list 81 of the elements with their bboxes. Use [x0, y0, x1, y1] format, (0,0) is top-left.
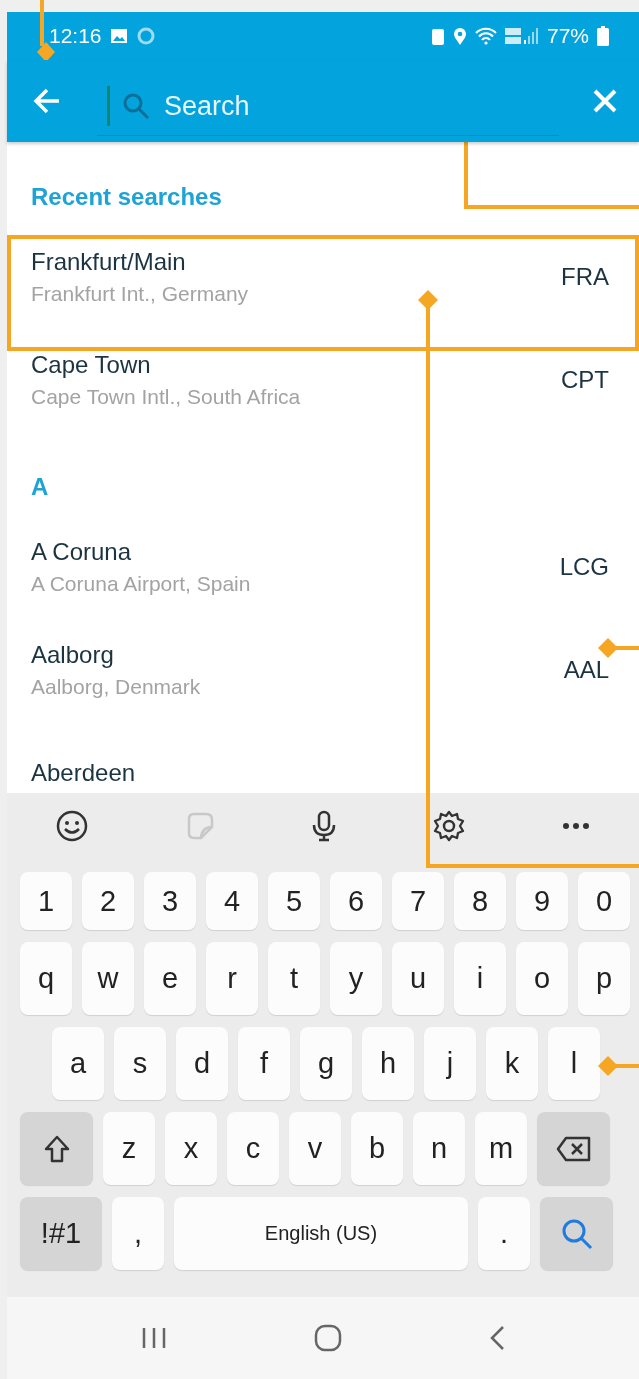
- keyboard-key[interactable]: 6: [330, 872, 382, 931]
- emoji-icon[interactable]: [55, 809, 88, 842]
- settings-icon[interactable]: [433, 809, 466, 842]
- space-key[interactable]: English (US): [174, 1197, 468, 1271]
- keyboard-key[interactable]: j: [424, 1027, 476, 1101]
- status-time: 12:16: [49, 23, 102, 48]
- keyboard-key[interactable]: f: [238, 1027, 290, 1101]
- microphone-icon[interactable]: [311, 809, 336, 842]
- image-icon: [109, 27, 128, 44]
- keyboard-key[interactable]: l: [548, 1027, 600, 1101]
- keyboard-key[interactable]: 1: [20, 872, 72, 931]
- back-arrow-icon: [33, 87, 61, 114]
- keyboard-key[interactable]: v: [289, 1112, 341, 1186]
- keyboard-key[interactable]: d: [176, 1027, 228, 1101]
- section-heading: Recent searches: [31, 181, 222, 212]
- city-name: A Coruna: [31, 538, 133, 567]
- keyboard-key[interactable]: b: [351, 1112, 403, 1186]
- back-icon[interactable]: [489, 1325, 506, 1352]
- keyboard-key[interactable]: q: [20, 942, 72, 1016]
- battery-icon: [597, 25, 609, 46]
- annotation-callout: [598, 1056, 639, 1076]
- signal-icon: [504, 25, 539, 46]
- battery-saver-icon: [430, 26, 445, 45]
- close-icon: [593, 88, 617, 113]
- keyboard-key[interactable]: c: [227, 1112, 279, 1186]
- keyboard-key[interactable]: s: [114, 1027, 166, 1101]
- keyboard-key[interactable]: 3: [144, 872, 196, 931]
- keyboard-key[interactable]: k: [486, 1027, 538, 1101]
- keyboard-key[interactable]: .: [478, 1197, 530, 1271]
- city-name: Aalborg: [31, 641, 115, 670]
- keyboard-key[interactable]: g: [300, 1027, 352, 1101]
- battery-percentage: 77%: [546, 23, 589, 48]
- shift-icon: [43, 1134, 70, 1163]
- ring-icon: [135, 25, 156, 46]
- backspace-key[interactable]: [537, 1112, 610, 1186]
- airport-code: CPT: [561, 366, 609, 395]
- keyboard-key[interactable]: m: [475, 1112, 527, 1186]
- city-name: Cape Town: [31, 351, 152, 380]
- more-options-icon[interactable]: [562, 821, 591, 830]
- keyboard-key[interactable]: 4: [206, 872, 258, 931]
- keyboard-key[interactable]: z: [103, 1112, 155, 1186]
- keyboard-key[interactable]: p: [578, 942, 630, 1016]
- backspace-icon: [555, 1135, 592, 1162]
- airport-name: A Coruna Airport, Spain: [31, 572, 252, 597]
- keyboard-key[interactable]: 5: [268, 872, 320, 931]
- keyboard-key[interactable]: t: [268, 942, 320, 1016]
- airport-code: LCG: [559, 553, 609, 582]
- airport-name: Aalborg, Denmark: [31, 675, 202, 700]
- keyboard-key[interactable]: e: [144, 942, 196, 1016]
- wifi-icon: [474, 26, 497, 45]
- keyboard-key[interactable]: x: [165, 1112, 217, 1186]
- city-name: Aberdeen: [31, 759, 137, 788]
- keyboard-key[interactable]: r: [206, 942, 258, 1016]
- keyboard-key[interactable]: 7: [392, 872, 444, 931]
- section-heading: A: [31, 471, 49, 502]
- keyboard-key[interactable]: 2: [82, 872, 134, 931]
- keyboard-key[interactable]: a: [52, 1027, 104, 1101]
- airport-code: AAL: [563, 656, 609, 685]
- city-name: Frankfurt/Main: [31, 248, 187, 277]
- keyboard-key[interactable]: w: [82, 942, 134, 1016]
- keyboard-key[interactable]: h: [362, 1027, 414, 1101]
- symbols-key[interactable]: !#1: [20, 1197, 102, 1271]
- keyboard-key[interactable]: 0: [578, 872, 630, 931]
- search-key[interactable]: [540, 1197, 613, 1271]
- airport-name: Frankfurt Int., Germany: [31, 282, 250, 307]
- keyboard-key[interactable]: 9: [516, 872, 568, 931]
- keyboard-key[interactable]: u: [392, 942, 444, 1016]
- keyboard-key[interactable]: y: [330, 942, 382, 1016]
- shift-key[interactable]: [20, 1112, 93, 1186]
- keyboard-key[interactable]: i: [454, 942, 506, 1016]
- keyboard-key[interactable]: n: [413, 1112, 465, 1186]
- home-icon[interactable]: [314, 1324, 342, 1353]
- location-icon: [452, 26, 467, 45]
- airport-code: FRA: [561, 263, 609, 292]
- keyboard-key[interactable]: 8: [454, 872, 506, 931]
- search-icon: [122, 92, 150, 121]
- search-icon: [560, 1217, 593, 1250]
- keyboard-key[interactable]: ,: [112, 1197, 164, 1271]
- keyboard-key[interactable]: o: [516, 942, 568, 1016]
- airport-name: Cape Town Intl., South Africa: [31, 385, 302, 410]
- recent-apps-icon[interactable]: [140, 1326, 167, 1351]
